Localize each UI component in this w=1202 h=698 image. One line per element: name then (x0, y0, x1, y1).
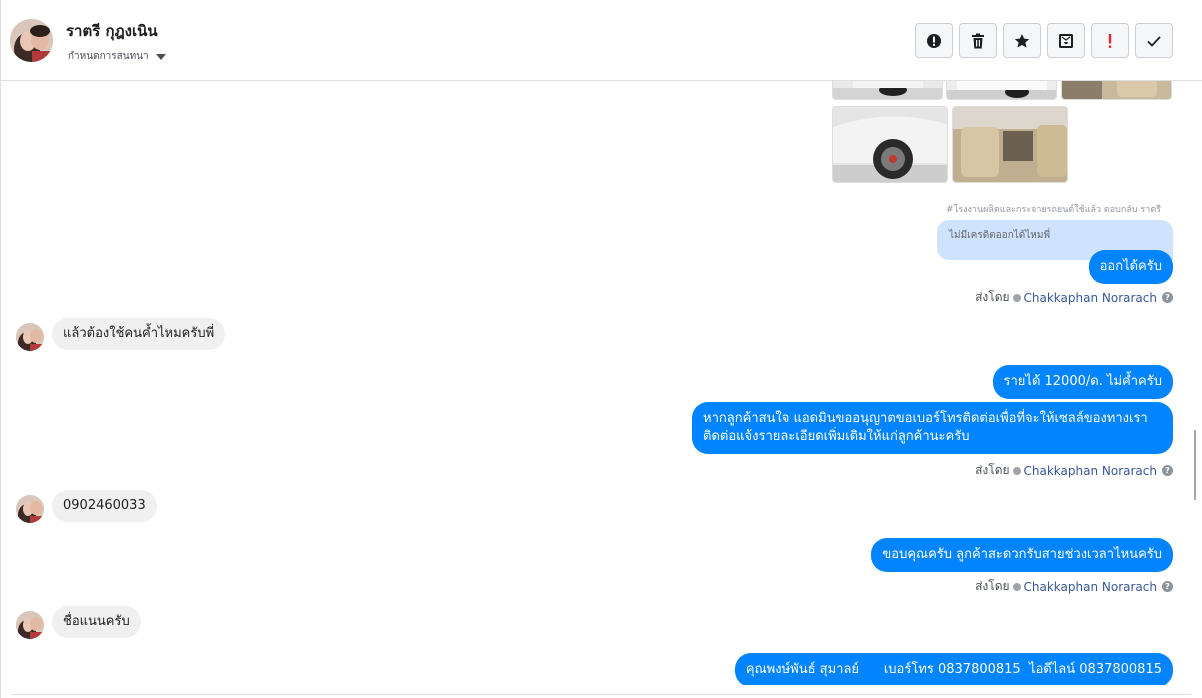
car-photo-interior-2[interactable] (952, 106, 1068, 183)
help-icon[interactable]: ? (1162, 465, 1173, 476)
sent-by-line: ส่งโดย Chakkaphan Norarach ? (975, 577, 1173, 596)
car-photo-front[interactable] (832, 81, 943, 100)
outgoing-message[interactable]: ออกได้ครับ (1088, 250, 1173, 284)
messenger-conversation-page: ราตรี กุฎงเนิน กำหนดการสนทนา #โรงงานผลิต… (0, 0, 1202, 698)
conversation-header: ราตรี กุฎงเนิน กำหนดการสนทนา (1, 0, 1202, 81)
shared-post-note: #โรงงานผลิตและกระจายรถยนต์ใช้แล้ว ตอบกลั… (945, 205, 1161, 215)
outgoing-message[interactable]: คุณพงษ์พันธ์ สุมาลย์ เบอร์โทร 0837800815… (734, 653, 1173, 685)
sent-by-label: ส่งโดย (975, 579, 1010, 593)
composer-divider (11, 694, 1191, 696)
exclamation-icon (1108, 33, 1112, 48)
sent-by-label: ส่งโดย (975, 290, 1010, 304)
conversation-label-dropdown[interactable]: กำหนดการสนทนา (68, 49, 166, 64)
incoming-message[interactable]: 0902460033 (52, 490, 157, 522)
agent-badge-icon (1012, 466, 1021, 475)
alert-circle-icon (927, 33, 941, 48)
car-photo-interior-1[interactable] (1061, 81, 1172, 100)
check-icon (1147, 35, 1161, 47)
caret-down-icon (155, 53, 166, 60)
delete-button[interactable] (959, 23, 997, 58)
contact-name: ราตรี กุฎงเนิน (66, 22, 158, 40)
archive-icon (1059, 33, 1073, 48)
archive-button[interactable] (1047, 23, 1085, 58)
incoming-message[interactable]: แล้วต้องใช้คนค้ำไหมครับพี่ (52, 318, 226, 350)
car-photo-wheel[interactable] (832, 106, 948, 183)
message-thread[interactable]: #โรงงานผลิตและกระจายรถยนต์ใช้แล้ว ตอบกลั… (1, 81, 1191, 685)
conversation-label: กำหนดการสนทนา (68, 51, 149, 62)
car-photo-side[interactable] (946, 81, 1057, 100)
help-icon[interactable]: ? (1162, 292, 1173, 303)
contact-avatar-small[interactable] (16, 495, 44, 523)
contact-avatar[interactable] (10, 19, 53, 62)
sent-by-line: ส่งโดย Chakkaphan Norarach ? (975, 288, 1173, 307)
agent-name-link[interactable]: Chakkaphan Norarach (1024, 291, 1157, 305)
mark-spam-button[interactable] (915, 23, 953, 58)
incoming-message[interactable]: ชื่อแนนครับ (52, 606, 141, 638)
outgoing-message[interactable]: หากลูกค้าสนใจ แอดมินขออนุญาตขอเบอร์โทรติ… (692, 402, 1173, 454)
agent-name-link[interactable]: Chakkaphan Norarach (1024, 580, 1157, 594)
outgoing-message[interactable]: ขอบคุณครับ ลูกค้าสะดวกรับสายช่วงเวลาไหนค… (871, 538, 1173, 572)
sent-by-label: ส่งโดย (975, 463, 1010, 477)
sent-by-line: ส่งโดย Chakkaphan Norarach ? (975, 461, 1173, 480)
help-icon[interactable]: ? (1162, 581, 1173, 592)
contact-avatar-small[interactable] (16, 611, 44, 639)
contact-avatar-small[interactable] (16, 323, 44, 351)
agent-badge-icon (1012, 293, 1021, 302)
mark-done-button[interactable] (1135, 23, 1173, 58)
trash-icon (972, 33, 984, 48)
agent-name-link[interactable]: Chakkaphan Norarach (1024, 464, 1157, 478)
thread-scrollbar[interactable] (1194, 430, 1196, 500)
agent-badge-icon (1012, 582, 1021, 591)
outgoing-message[interactable]: รายได้ 12000/ด. ไม่ค้ำครับ (992, 365, 1173, 399)
mark-important-button[interactable] (1091, 23, 1129, 58)
star-button[interactable] (1003, 23, 1041, 58)
conversation-toolbar (915, 23, 1173, 58)
star-icon (1014, 33, 1030, 47)
